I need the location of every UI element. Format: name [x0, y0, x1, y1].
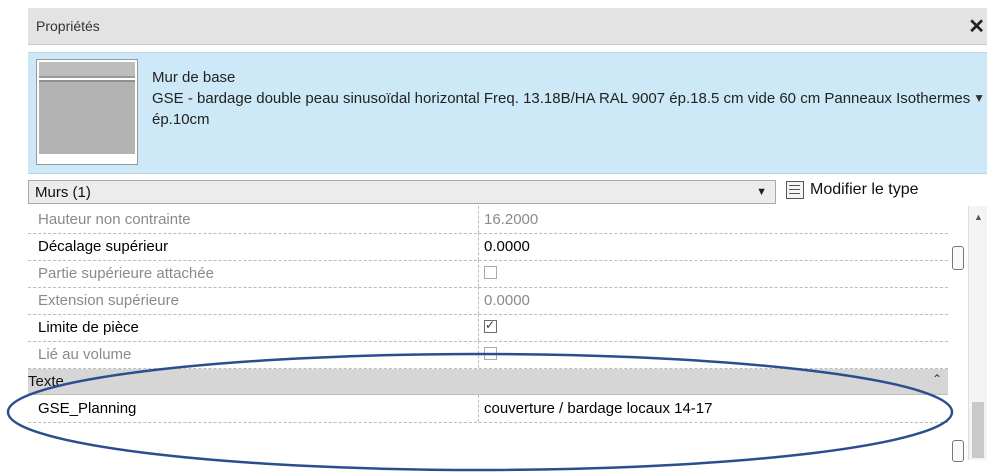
close-icon[interactable]: ✕: [968, 14, 985, 39]
property-value: 16.2000: [484, 211, 539, 228]
property-row[interactable]: Lié au volume: [28, 341, 948, 369]
property-row[interactable]: Décalage supérieur 0.0000: [28, 233, 948, 261]
property-name: GSE_Planning: [38, 400, 137, 417]
chevron-down-icon[interactable]: ▼: [973, 91, 985, 105]
property-row[interactable]: Partie supérieure attachée: [28, 260, 948, 288]
instance-filter-dropdown[interactable]: Murs (1) ▼: [28, 180, 776, 204]
group-header-texte[interactable]: Texte ⌃: [28, 369, 948, 395]
vertical-scrollbar[interactable]: ▲: [968, 206, 987, 460]
scroll-up-icon[interactable]: ▲: [974, 212, 983, 222]
property-value-input[interactable]: 0.0000: [484, 238, 530, 255]
type-selector[interactable]: Mur de base GSE - bardage double peau si…: [28, 52, 987, 174]
chevron-down-icon[interactable]: ▼: [756, 186, 767, 198]
property-name: Décalage supérieur: [38, 238, 169, 255]
type-description: Mur de base GSE - bardage double peau si…: [152, 67, 972, 130]
property-name: Hauteur non contrainte: [38, 211, 191, 228]
title-bar[interactable]: Propriétés ✕: [28, 8, 987, 45]
property-value: 0.0000: [484, 292, 530, 309]
property-name: Limite de pièce: [38, 319, 139, 336]
property-row[interactable]: GSE_Planning couverture / bardage locaux…: [28, 395, 948, 423]
property-checkbox[interactable]: [484, 318, 497, 333]
property-row[interactable]: Extension supérieure 0.0000: [28, 287, 948, 315]
property-name: Lié au volume: [38, 346, 132, 363]
properties-grid: Hauteur non contrainte 16.2000 Décalage …: [28, 206, 987, 460]
property-name: Partie supérieure attachée: [38, 265, 214, 282]
property-row[interactable]: Limite de pièce: [28, 314, 948, 342]
property-row[interactable]: Hauteur non contrainte 16.2000: [28, 206, 948, 234]
resize-handle[interactable]: [952, 246, 964, 270]
property-value-input[interactable]: couverture / bardage locaux 14-17: [484, 400, 712, 417]
wall-type-preview: [36, 59, 138, 165]
edit-type-button[interactable]: Modifier le type: [786, 178, 986, 204]
palette-title: Propriétés: [36, 18, 100, 34]
instance-filter-label: Murs (1): [35, 184, 91, 201]
properties-palette: Propriétés ✕ Mur de base GSE - bardage d…: [28, 8, 987, 462]
scrollbar-thumb[interactable]: [972, 402, 984, 458]
group-name: Texte: [28, 373, 64, 390]
family-name: Mur de base: [152, 69, 236, 86]
property-checkbox: [484, 266, 497, 279]
property-checkbox: [484, 347, 497, 360]
property-name: Extension supérieure: [38, 292, 179, 309]
resize-handle[interactable]: [952, 440, 964, 462]
edit-type-label: Modifier le type: [810, 181, 919, 198]
edit-type-icon: [786, 181, 804, 199]
type-name: GSE - bardage double peau sinusoïdal hor…: [152, 90, 971, 128]
collapse-icon[interactable]: ⌃: [932, 372, 942, 386]
